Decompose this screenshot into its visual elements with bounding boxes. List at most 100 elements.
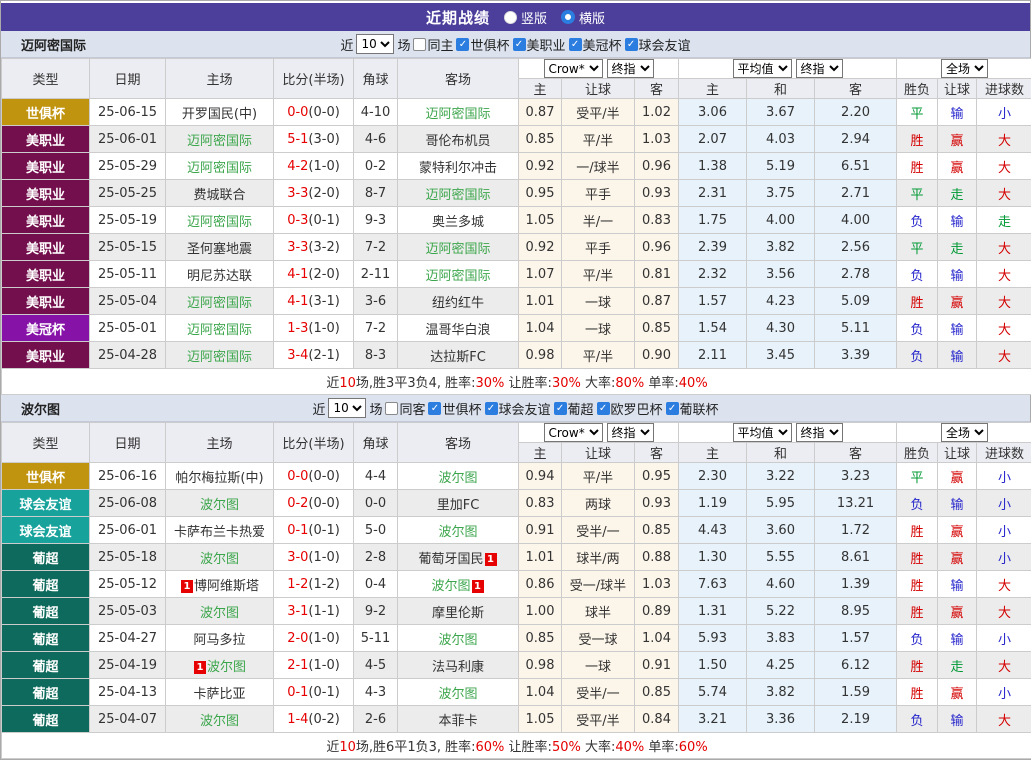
match-date: 25-05-15 [90,234,166,261]
euro-draw-odds: 4.30 [747,315,815,342]
average-select[interactable]: 平均值 [733,423,792,442]
asia-home-odds: 1.04 [519,679,562,706]
league-filter-label: 葡联杯 [680,399,719,418]
match-date: 25-05-11 [90,261,166,288]
result-goals: 小 [977,544,1031,571]
asia-home-odds: 1.07 [519,261,562,288]
sub-column-header: 让球 [938,443,977,463]
away-team: 哥伦布机员 [398,126,519,153]
euro-away-odds: 1.39 [815,571,897,598]
asia-home-odds: 0.95 [519,180,562,207]
full-time-score: 5-1 [287,132,308,147]
result-handicap: 走 [938,180,977,207]
league-filter-checkbox-2[interactable]: ✓葡超 [554,399,594,418]
league-filter-checkbox-0[interactable]: ✓世俱杯 [428,399,481,418]
asia-away-odds: 1.04 [635,625,679,652]
asia-handicap: 球半/两 [562,544,635,571]
league-filter-checkbox-3[interactable]: ✓欧罗巴杯 [597,399,663,418]
checkbox-unchecked-icon [385,402,398,415]
home-team: 迈阿密国际 [166,153,274,180]
result-handicap: 输 [938,207,977,234]
euro-draw-odds: 5.22 [747,598,815,625]
layout-radio-horizontal[interactable]: 横版 [561,8,605,27]
column-header: 客场 [398,59,519,99]
layout-radio-vertical[interactable]: 竖版 [504,8,547,27]
league-badge: 葡超 [2,706,90,733]
sub-column-header: 客 [635,79,679,99]
same-venue-checkbox[interactable]: 同主 [413,35,453,54]
home-team-name: 博阿维斯塔 [194,579,259,594]
sub-column-header: 进球数 [977,443,1031,463]
euro-home-odds: 2.32 [679,261,747,288]
full-time-score: 4-2 [287,159,308,174]
match-count-select[interactable]: 10 [356,34,394,54]
league-filter-checkbox-3[interactable]: ✓球会友谊 [625,35,691,54]
euro-home-odds: 2.07 [679,126,747,153]
odds-group-header: 平均值终指 [679,423,897,443]
league-filter-checkbox-0[interactable]: ✓世俱杯 [456,35,509,54]
games-label: 场 [397,35,410,54]
checkbox-checked-icon: ✓ [485,402,498,415]
home-team-name: 波尔图 [200,606,239,621]
scope-select[interactable]: 全场 [941,59,988,78]
league-filter-checkbox-2[interactable]: ✓美冠杯 [569,35,622,54]
score: 1-4(0-2) [274,706,354,733]
record-summary: 近10场,胜3平3负4, 胜率:30% 让胜率:30% 大率:80% 单率:40… [2,369,1031,395]
home-team: 波尔图 [166,490,274,517]
match-row: 葡超25-05-03波尔图3-1(1-1)9-2摩里伦斯1.00球半0.891.… [2,598,1031,625]
sub-column-header: 客 [815,443,897,463]
league-filter-checkbox-1[interactable]: ✓球会友谊 [485,399,551,418]
sub-column-header: 主 [679,443,747,463]
bookmaker-select[interactable]: Crow* [544,423,603,442]
corner-count: 7-2 [354,234,398,261]
column-header: 角球 [354,59,398,99]
scope-select[interactable]: 全场 [941,423,988,442]
result-handicap: 走 [938,652,977,679]
full-time-score: 0-2 [287,496,308,511]
section-1: 波尔图近10场同客✓世俱杯✓球会友谊✓葡超✓欧罗巴杯✓葡联杯类型日期主场比分(半… [1,395,1030,759]
home-team: 卡萨布兰卡热爱 [166,517,274,544]
sub-column-header: 让球 [562,79,635,99]
final-odds-select[interactable]: 终指 [607,59,654,78]
score: 2-0(1-0) [274,625,354,652]
home-team: 迈阿密国际 [166,288,274,315]
euro-away-odds: 2.19 [815,706,897,733]
away-team-name: 法马利康 [432,660,484,675]
league-filter-checkbox-4[interactable]: ✓葡联杯 [666,399,719,418]
home-team: 波尔图 [166,544,274,571]
league-badge: 世俱杯 [2,463,90,490]
away-team-name: 本菲卡 [438,714,477,729]
euro-draw-odds: 3.83 [747,625,815,652]
league-filter-label: 美职业 [527,35,566,54]
away-team: 波尔图 [398,517,519,544]
final-odds-select[interactable]: 终指 [796,59,843,78]
final-odds-select[interactable]: 终指 [607,423,654,442]
checkbox-unchecked-icon [413,38,426,51]
sub-column-header: 主 [519,79,562,99]
match-row: 美冠杯25-05-01迈阿密国际1-3(1-0)7-2温哥华白浪1.04一球0.… [2,315,1031,342]
euro-home-odds: 1.19 [679,490,747,517]
asia-home-odds: 0.83 [519,490,562,517]
home-team-name: 波尔图 [200,498,239,513]
match-count-select[interactable]: 10 [328,398,366,418]
average-select[interactable]: 平均值 [733,59,792,78]
section-0: 迈阿密国际近10场同主✓世俱杯✓美职业✓美冠杯✓球会友谊类型日期主场比分(半场)… [1,31,1030,395]
results-table: 类型日期主场比分(半场)角球客场Crow*终指平均值终指全场主让球客主和客胜负让… [1,422,1031,759]
corner-count: 8-3 [354,342,398,369]
full-time-score: 0-0 [287,105,308,120]
same-venue-checkbox[interactable]: 同客 [385,399,425,418]
away-team-name: 迈阿密国际 [425,269,490,284]
match-date: 25-06-16 [90,463,166,490]
result-winloss: 负 [897,490,938,517]
result-goals: 小 [977,625,1031,652]
home-team-name: 迈阿密国际 [187,296,252,311]
column-header: 比分(半场) [274,423,354,463]
league-filter-label: 葡超 [568,399,594,418]
away-team-name: 迈阿密国际 [425,188,490,203]
match-row: 美职业25-05-04迈阿密国际4-1(3-1)3-6纽约红牛1.01一球0.8… [2,288,1031,315]
bookmaker-select[interactable]: Crow* [544,59,603,78]
league-filter-checkbox-1[interactable]: ✓美职业 [513,35,566,54]
final-odds-select[interactable]: 终指 [796,423,843,442]
full-time-score: 1-2 [287,577,308,592]
section-header: 迈阿密国际近10场同主✓世俱杯✓美职业✓美冠杯✓球会友谊 [1,31,1030,58]
